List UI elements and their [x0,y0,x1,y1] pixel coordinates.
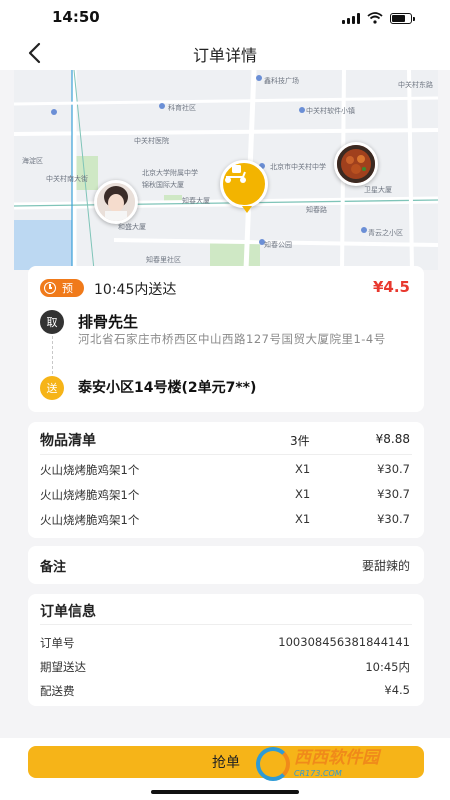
delivery-tag: 送 [40,376,64,400]
note-card: 备注 要甜辣的 [28,546,424,584]
item-price: ¥30.7 [377,462,410,476]
item-name: 火山烧烤脆鸡架1个 [40,463,140,477]
info-key: 期望送达 [40,660,86,674]
watermark-logo-icon [256,747,290,781]
info-key: 配送费 [40,684,75,698]
info-row-order-number: 订单号 100308456381844141 [40,635,410,653]
status-time: 14:50 [52,8,100,26]
item-qty: X1 [295,462,311,476]
map-view[interactable]: 鑫科技广场 科育社区 中关村东路 中关村软件小镇 海淀区 中关村医院 中关村南大… [14,70,438,270]
items-total: ¥8.88 [375,432,410,446]
list-item: 火山烧烤脆鸡架1个 X1 ¥30.7 [40,487,410,507]
food-thumbnail [337,145,375,183]
list-item: 火山烧烤脆鸡架1个 X1 ¥30.7 [40,512,410,532]
divider [40,454,412,455]
delivery-fee: ¥4.5 [372,278,410,296]
divider [40,624,412,625]
map-label: 中关村医院 [134,137,169,145]
map-label: 知春路 [306,206,327,214]
map-label: 知春里社区 [146,256,181,264]
info-row-delivery-fee: 配送费 ¥4.5 [40,683,410,701]
map-label: 中关村软件小镇 [306,107,355,115]
pickup-tag: 取 [40,310,64,334]
customer-avatar-pin[interactable] [94,180,138,224]
scooter-icon [225,165,246,183]
route-card: 预 10:45内送达 ¥4.5 取 排骨先生 河北省石家庄市桥西区中山西路127… [28,266,424,412]
map-label: 中关村东路 [398,81,433,89]
map-label: 知春大厦 [182,197,210,205]
page-title: 订单详情 [192,46,257,65]
map-label: 鑫科技广场 [264,77,299,85]
delivery-time: 10:45内送达 [94,282,177,298]
watermark: 西西软件园 CR173.COM [256,744,432,784]
map-label: 中关村南大街 [46,175,88,183]
note-value: 要甜辣的 [361,559,410,573]
map-label: 北京市中关村中学 [270,163,326,171]
status-icons [342,12,415,24]
map-label: 海淀区 [22,157,43,165]
signal-icon [342,12,360,24]
shop-address: 河北省石家庄市桥西区中山西路127号国贸大厦院里1-4号 [78,332,386,346]
item-name: 火山烧烤脆鸡架1个 [40,513,140,527]
item-price: ¥30.7 [377,487,410,501]
rider-location-pin[interactable] [220,160,268,213]
home-indicator[interactable] [151,790,299,794]
item-qty: X1 [295,487,311,501]
customer-avatar [97,183,135,221]
map-label: 青云之小区 [368,229,403,237]
items-count: 3件 [290,434,310,448]
note-label: 备注 [40,560,67,575]
reservation-badge: 预 [40,279,84,297]
list-item: 火山烧烤脆鸡架1个 X1 ¥30.7 [40,462,410,482]
map-label: 和盛大厦 [118,223,146,231]
battery-icon [390,12,415,24]
status-bar: 14:50 [0,0,450,36]
nav-bar: 订单详情 [0,36,450,70]
shop-name: 排骨先生 [78,313,139,331]
map-label: 知春公园 [264,241,292,249]
shop-food-pin[interactable] [334,142,378,186]
clock-icon [44,282,56,294]
map-label: 科育社区 [168,104,196,112]
reservation-badge-label: 预 [62,282,73,295]
map-label: 北京大学附属中学 [142,169,198,177]
route-divider [52,336,53,374]
map-label: 卫星大厦 [364,186,392,194]
info-value: 10:45内 [365,660,410,674]
info-row-expected-delivery: 期望送达 10:45内 [40,659,410,677]
map-label: 锦秋国际大厦 [142,181,184,189]
watermark-domain: CR173.COM [294,769,342,778]
order-info-card: 订单信息 订单号 100308456381844141 期望送达 10:45内 … [28,594,424,706]
wifi-icon [367,12,383,24]
info-value: 100308456381844141 [278,635,410,649]
items-card: 物品清单 3件 ¥8.88 火山烧烤脆鸡架1个 X1 ¥30.7 火山烧烤脆鸡架… [28,422,424,538]
item-qty: X1 [295,512,311,526]
order-info-header: 订单信息 [40,604,96,620]
item-price: ¥30.7 [377,512,410,526]
watermark-brand: 西西软件园 [294,748,379,768]
items-header: 物品清单 [40,433,96,449]
info-key: 订单号 [40,636,75,650]
info-value: ¥4.5 [384,683,410,697]
delivery-address: 泰安小区14号楼(2单元7**) [78,380,257,396]
item-name: 火山烧烤脆鸡架1个 [40,488,140,502]
